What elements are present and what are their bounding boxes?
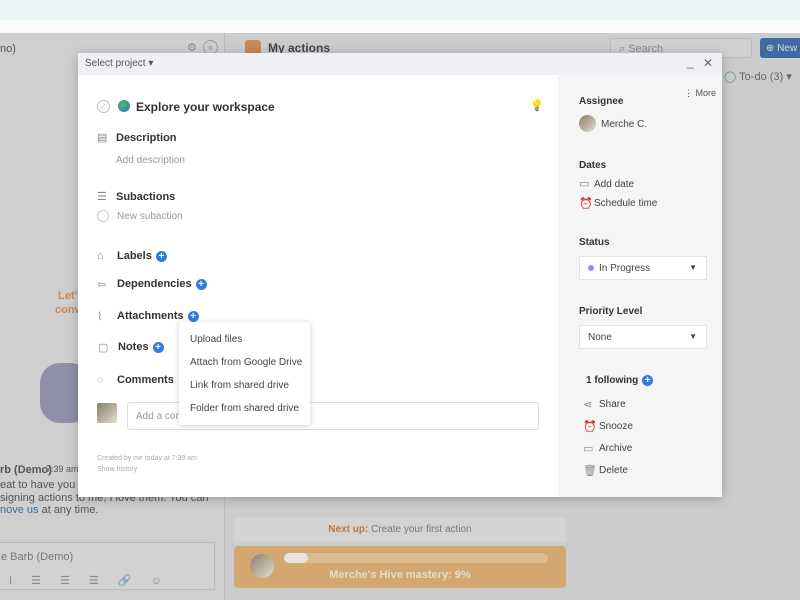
project-select-label: Select project (85, 58, 146, 69)
trash-icon: 🗑 (583, 465, 597, 477)
show-history-link[interactable]: Show history (97, 466, 137, 473)
new-subaction-input[interactable]: New subaction (117, 211, 183, 222)
assignee-label: Assignee (579, 96, 624, 107)
todo-label: To-do (3) (739, 71, 784, 83)
new-button[interactable]: ⊕ New (760, 38, 800, 58)
todo-filter[interactable]: ◯ To-do (3) ▾ (724, 70, 792, 83)
panel-title: no) (0, 43, 16, 55)
chat-input[interactable]: e Barb (Demo) I ☰ ☰ ☰ 🔗 ☺ (0, 542, 215, 590)
assignee-avatar (579, 115, 596, 132)
notes-label: Notes (118, 341, 149, 353)
priority-value: None (588, 332, 612, 343)
tag-icon: ⌂ (97, 250, 104, 262)
add-label-icon[interactable]: + (155, 250, 167, 262)
chevron-down-icon: ▼ (689, 263, 697, 272)
note-icon: ▢ (98, 342, 109, 354)
description-icon: ▤ (97, 132, 108, 144)
chevron-down-icon: ▼ (689, 332, 697, 341)
list-icon: ☰ (97, 191, 107, 203)
more-label: More (695, 88, 717, 98)
modal-header: Select project ▾ _ ✕ (78, 53, 722, 75)
mastery-card: Merche's Hive mastery: 9% (234, 546, 566, 588)
new-label: New (777, 43, 798, 54)
mastery-text: Merche's Hive mastery: 9% (329, 569, 471, 581)
modal-sidebar: ⋮ More Assignee Merche C. Dates ▭ Add da… (558, 75, 722, 497)
action-title[interactable]: Explore your workspace (136, 100, 275, 114)
dependencies-icon: ⇦ (97, 279, 107, 291)
remove-link[interactable]: nove us (0, 504, 39, 516)
lightbulb-icon[interactable]: 💡 (530, 99, 544, 112)
action-modal: Select project ▾ _ ✕ ✓ Explore your work… (78, 53, 722, 497)
add-follower-icon[interactable]: + (642, 375, 654, 386)
description-label: Description (116, 132, 177, 144)
attachments-label: Attachments (117, 310, 184, 322)
browser-strip (0, 0, 800, 20)
close-icon[interactable]: ✕ (703, 56, 713, 70)
mastery-progress (284, 553, 548, 563)
add-dependency-icon[interactable]: + (195, 278, 207, 290)
dependencies-row[interactable]: Dependencies + (117, 278, 207, 290)
calendar-icon: ▭ (579, 178, 590, 190)
attachments-row[interactable]: Attachments + (117, 310, 199, 322)
dates-label: Dates (579, 160, 607, 171)
description-input[interactable]: Add description (116, 155, 185, 166)
formatting-toolbar[interactable]: I ☰ ☰ ☰ 🔗 ☺ (9, 574, 170, 587)
snooze-button[interactable]: Snooze (599, 421, 633, 432)
archive-button[interactable]: Archive (599, 443, 632, 454)
promo-text: Let' (58, 290, 78, 302)
labels-row[interactable]: Labels + (117, 250, 167, 262)
created-info: Created by me today at 7:39 am (97, 455, 197, 462)
add-date-button[interactable]: Add date (594, 179, 634, 190)
alarm-icon: ⏰ (579, 198, 593, 210)
chat-time: 7:39 am (46, 464, 79, 474)
more-button[interactable]: ⋮ More (684, 88, 716, 99)
following-label: 1 following (586, 375, 639, 387)
status-value: In Progress (599, 263, 651, 274)
labels-label: Labels (117, 250, 152, 262)
comments-label: Comments (117, 374, 174, 386)
complete-checkbox[interactable]: ✓ (97, 100, 110, 113)
menu-item-google-drive[interactable]: Attach from Google Drive (190, 357, 302, 368)
paperclip-icon: ⌇ (97, 311, 103, 323)
user-avatar (97, 403, 117, 423)
priority-select[interactable]: None ▼ (579, 325, 707, 349)
promo-text: conv (55, 304, 81, 316)
add-note-icon[interactable]: + (152, 341, 164, 353)
globe-icon (118, 100, 130, 112)
subaction-checkbox (97, 210, 109, 222)
project-select[interactable]: Select project ▾ (85, 58, 153, 69)
share-button[interactable]: Share (599, 399, 626, 410)
status-dot (588, 265, 594, 271)
menu-item-link-shared-drive[interactable]: Link from shared drive (190, 380, 289, 391)
share-icon: ⋖ (583, 399, 593, 411)
priority-label: Priority Level (579, 306, 643, 317)
notes-row[interactable]: Notes + (118, 341, 164, 353)
status-label: Status (579, 237, 610, 248)
comment-icon: ◌ (97, 374, 104, 386)
chat-text: at any time. (38, 504, 99, 516)
attach-menu: Upload files Attach from Google Drive Li… (179, 322, 310, 425)
delete-button[interactable]: Delete (599, 465, 628, 476)
schedule-time-button[interactable]: Schedule time (594, 198, 657, 209)
next-up-card[interactable]: Next up: Create your first action (234, 517, 566, 542)
browser-bar (0, 20, 800, 33)
menu-item-folder-shared-drive[interactable]: Folder from shared drive (190, 403, 299, 414)
next-up-label: Next up: (328, 524, 369, 535)
archive-icon: ▭ (583, 443, 594, 455)
subactions-label: Subactions (116, 191, 176, 203)
status-select[interactable]: In Progress ▼ (579, 256, 707, 280)
minimize-icon[interactable]: _ (687, 55, 694, 69)
chat-author: rb (Demo) (0, 464, 52, 476)
next-up-text: Create your first action (371, 524, 472, 535)
following-row[interactable]: 1 following + (586, 375, 654, 387)
add-attachment-icon[interactable]: + (187, 310, 199, 322)
assignee-name[interactable]: Merche C. (601, 119, 647, 130)
dependencies-label: Dependencies (117, 278, 192, 290)
snooze-icon: ⏰ (583, 421, 597, 433)
menu-item-upload-files[interactable]: Upload files (190, 334, 242, 345)
chat-input-placeholder: e Barb (Demo) (1, 551, 74, 563)
